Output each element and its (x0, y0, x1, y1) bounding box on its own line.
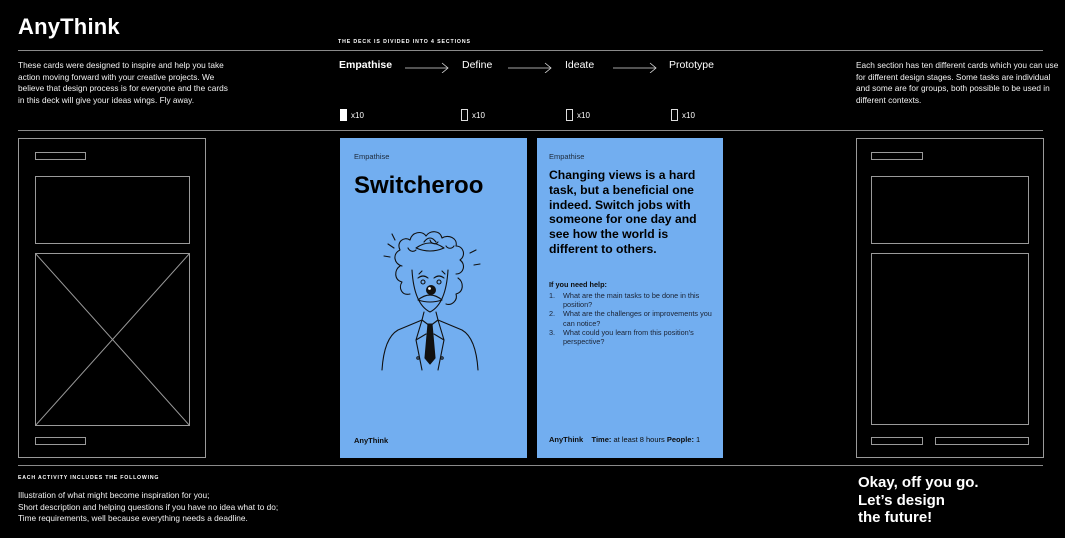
wireframe-help-block (871, 253, 1029, 425)
people-label: People: (666, 435, 694, 444)
card-front-switcheroo: Empathise Switcheroo AnyThink (340, 138, 527, 458)
wireframe-card-left (18, 138, 206, 458)
count-ideate: x10 (566, 108, 590, 122)
card-category: Empathise (354, 152, 390, 161)
brand-logo: AnyThink (18, 14, 120, 39)
wireframe-text-block (35, 176, 190, 244)
section-divider (18, 130, 1043, 131)
card-outline-icon (461, 109, 468, 121)
help-item: 1. What are the main tasks to be done in… (549, 291, 700, 310)
activity-item: Time requirements, well because everythi… (18, 513, 248, 524)
card-filled-icon (340, 109, 347, 121)
stage-empathise: Empathise (339, 59, 393, 71)
arrow-right-icon (613, 62, 657, 73)
count-prototype: x10 (671, 108, 695, 122)
card-brand: AnyThink (354, 436, 389, 445)
sections-description: Each section has ten different cards whi… (856, 60, 1059, 105)
wireframe-footer (35, 437, 86, 445)
wireframe-label (871, 152, 923, 160)
stage-ideate: Ideate (565, 59, 595, 71)
activity-item: Short description and helping questions … (18, 501, 279, 512)
wireframe-footer (871, 437, 923, 445)
help-heading: If you need help: (549, 280, 607, 289)
card-brand: AnyThink (549, 435, 584, 444)
image-placeholder-icon (35, 253, 190, 426)
stage-prototype: Prototype (669, 59, 714, 71)
card-footer: AnyThink Time: at least 8 hours People: … (549, 435, 700, 444)
wireframe-label (35, 152, 86, 160)
count-define: x10 (461, 108, 485, 122)
people-value: 1 (696, 435, 701, 444)
intro-text: These cards were designed to inspire and… (18, 60, 228, 105)
time-label: Time: (591, 435, 612, 444)
help-item: 2. What are the challenges or improvemen… (549, 309, 712, 328)
wireframe-text-block (871, 176, 1029, 244)
activity-item: Illustration of what might become inspir… (18, 490, 210, 500)
stage-define: Define (462, 59, 493, 71)
card-outline-icon (671, 109, 678, 121)
card-back-switcheroo: Empathise Changing views is a hard task,… (537, 138, 723, 458)
clown-illustration (381, 231, 481, 371)
count-empathise: x10 (340, 108, 364, 122)
activity-list: Illustration of what might become inspir… (18, 490, 278, 525)
wireframe-card-right (856, 138, 1044, 458)
help-item: 3. What could you learn from this positi… (549, 327, 694, 347)
activity-heading: EACH ACTIVITY INCLUDES THE FOLLOWING (18, 475, 160, 481)
outro-text: Okay, off you go. Let’s design the futur… (858, 474, 979, 526)
section-divider (18, 465, 1043, 466)
deck-caption: THE DECK IS DIVIDED INTO 4 SECTIONS (338, 39, 471, 45)
time-value: at least 8 hours (613, 435, 665, 444)
card-description: Changing views is a hard task, but a ben… (549, 168, 697, 256)
help-list: 1. What are the main tasks to be done in… (549, 291, 714, 346)
card-outline-icon (566, 109, 573, 121)
card-title: Switcheroo (354, 172, 484, 199)
arrow-right-icon (405, 62, 449, 73)
header-divider (18, 50, 1043, 51)
arrow-right-icon (508, 62, 552, 73)
card-category: Empathise (549, 152, 585, 161)
wireframe-footer-meta (935, 437, 1029, 445)
